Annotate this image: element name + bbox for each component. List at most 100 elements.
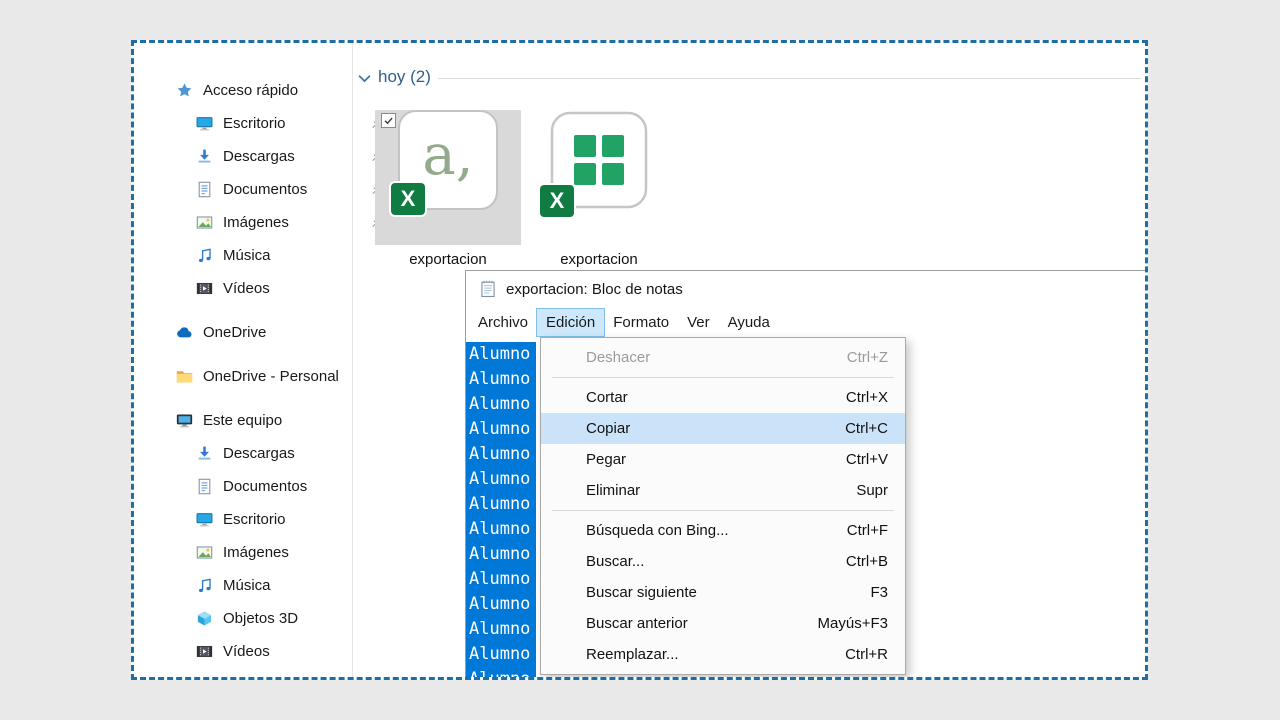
selected-text: Alumno — [466, 467, 537, 492]
edit-menu-item-reemplazar[interactable]: Reemplazar... Ctrl+R — [541, 639, 905, 670]
quick-access-star-icon — [176, 82, 193, 99]
edit-menu-item-buscar-siguiente[interactable]: Buscar siguiente F3 — [541, 577, 905, 608]
group-header[interactable]: hoy (2) — [358, 67, 1141, 87]
menu-item-shortcut: Ctrl+B — [845, 553, 888, 570]
sidebar-divider — [352, 43, 353, 677]
documents-icon — [196, 181, 213, 198]
music-icon — [196, 247, 213, 264]
notepad-icon — [479, 280, 497, 298]
sidebar-item-videos[interactable]: Vídeos — [168, 635, 400, 668]
sidebar-item-onedrive[interactable]: OneDrive — [168, 316, 400, 349]
sidebar-item-musica[interactable]: Música — [168, 569, 400, 602]
file-tile-csv[interactable]: a, X exportacion — [375, 97, 521, 268]
menu-item-label: Cortar — [586, 389, 628, 406]
pictures-icon — [196, 544, 213, 561]
sidebar-item-label: Escritorio — [223, 511, 286, 528]
sidebar-item-label: Vídeos — [223, 643, 270, 660]
edit-menu-item-eliminar[interactable]: Eliminar Supr — [541, 475, 905, 506]
sidebar-item-musica[interactable]: Música — [168, 239, 400, 272]
documents-icon — [196, 478, 213, 495]
notepad-menubar: Archivo Edición Formato Ver Ayuda — [466, 307, 1145, 338]
file-name: exportacion — [560, 251, 638, 268]
sidebar-item-label: Descargas — [223, 148, 295, 165]
sidebar-item-escritorio[interactable]: Escritorio — [168, 503, 400, 536]
file-tile-xlsx[interactable]: X exportacion — [526, 97, 672, 268]
menu-ayuda[interactable]: Ayuda — [719, 309, 779, 336]
menu-item-label: Deshacer — [586, 349, 651, 366]
onedrive-cloud-icon — [176, 324, 193, 341]
edit-menu-item-pegar[interactable]: Pegar Ctrl+V — [541, 444, 905, 475]
selected-text: Alumno — [466, 667, 537, 677]
edit-menu-item-busqueda-con-bing[interactable]: Búsqueda con Bing... Ctrl+F — [541, 515, 905, 546]
downloads-icon — [196, 445, 213, 462]
file-tile-icon-area: X — [526, 110, 672, 245]
menu-item-label: Reemplazar... — [586, 646, 679, 663]
selected-text: Alumno — [466, 367, 537, 392]
sidebar-item-label: OneDrive - Personal — [203, 368, 339, 385]
menu-formato[interactable]: Formato — [604, 309, 678, 336]
edit-menu-item-deshacer: Deshacer Ctrl+Z — [541, 342, 905, 373]
selected-text: Alumno — [466, 342, 537, 367]
file-tile-icon-area: a, X — [375, 110, 521, 245]
edit-menu-item-buscar[interactable]: Buscar... Ctrl+B — [541, 546, 905, 577]
folder-icon — [176, 368, 193, 385]
selected-text: Alumno — [466, 517, 537, 542]
menu-item-shortcut: Ctrl+C — [845, 420, 888, 437]
edit-menu-item-buscar-anterior[interactable]: Buscar anterior Mayús+F3 — [541, 608, 905, 639]
menu-separator — [552, 377, 894, 378]
sidebar-item-descargas[interactable]: Descargas — [168, 140, 400, 173]
sidebar-item-onedrive-personal[interactable]: OneDrive - Personal — [168, 360, 400, 393]
notepad-titlebar[interactable]: exportacion: Bloc de notas — [466, 271, 1145, 307]
csv-file-icon: a, X — [389, 110, 498, 217]
this-pc-icon — [176, 412, 193, 429]
group-divider-line — [437, 77, 1141, 79]
menu-item-label: Buscar... — [586, 553, 645, 570]
sidebar-item-label: Documentos — [223, 478, 308, 495]
selected-text: Alumno — [466, 542, 537, 567]
sidebar-item-documentos[interactable]: Documentos — [168, 173, 400, 206]
edit-menu: Deshacer Ctrl+Z Cortar Ctrl+X Copiar Ctrl+C Pe… — [540, 337, 906, 675]
menu-item-shortcut: Ctrl+X — [845, 389, 888, 406]
sidebar-item-label: Documentos — [223, 181, 308, 198]
pictures-icon — [196, 214, 213, 231]
sidebar-item-label: Escritorio — [223, 115, 286, 132]
menu-archivo[interactable]: Archivo — [469, 309, 537, 336]
edit-menu-item-copiar[interactable]: Copiar Ctrl+C — [541, 413, 905, 444]
chevron-down-icon[interactable] — [358, 74, 371, 83]
sidebar-item-label: Vídeos — [223, 280, 270, 297]
sidebar-item-escritorio[interactable]: Escritorio — [168, 107, 400, 140]
excel-badge-icon: X — [538, 183, 576, 219]
selected-text: Alumno — [466, 492, 537, 517]
menu-item-shortcut: Ctrl+F — [846, 522, 888, 539]
menu-item-label: Eliminar — [586, 482, 641, 499]
desktop-icon — [196, 511, 213, 528]
group-header-label: hoy (2) — [378, 67, 431, 86]
sidebar-item-documentos[interactable]: Documentos — [168, 470, 400, 503]
sidebar-item-videos[interactable]: Vídeos — [168, 272, 400, 305]
excel-badge-icon: X — [389, 181, 427, 217]
music-icon — [196, 577, 213, 594]
selected-text: Alumno — [466, 392, 537, 417]
menu-edicion[interactable]: Edición — [536, 308, 606, 337]
sidebar-item-descargas[interactable]: Descargas — [168, 437, 400, 470]
sidebar-item-label: Música — [223, 577, 271, 594]
edit-menu-item-cortar[interactable]: Cortar Ctrl+X — [541, 382, 905, 413]
sidebar-item-este-equipo[interactable]: Este equipo — [168, 404, 400, 437]
selected-text: Alumno — [466, 417, 537, 442]
menu-item-label: Buscar anterior — [586, 615, 688, 632]
menu-item-label: Copiar — [586, 420, 631, 437]
sidebar-item-label: Acceso rápido — [203, 82, 299, 99]
menu-ver[interactable]: Ver — [678, 309, 719, 336]
desktop-icon — [196, 115, 213, 132]
menu-item-label: Pegar — [586, 451, 627, 468]
sidebar-item-imagenes[interactable]: Imágenes — [168, 206, 400, 239]
menu-item-shortcut: Supr — [856, 482, 888, 499]
sidebar-item-label: OneDrive — [203, 324, 267, 341]
sidebar-item-label: Objetos 3D — [223, 610, 299, 627]
sidebar-nav: Acceso rápido Escritorio Descargas Document… — [168, 74, 400, 668]
sidebar-item-label: Imágenes — [223, 544, 289, 561]
file-name: exportacion — [409, 251, 487, 268]
selected-checkbox[interactable] — [381, 113, 396, 128]
sidebar-item-imagenes[interactable]: Imágenes — [168, 536, 400, 569]
sidebar-item-objetos-3d[interactable]: Objetos 3D — [168, 602, 400, 635]
